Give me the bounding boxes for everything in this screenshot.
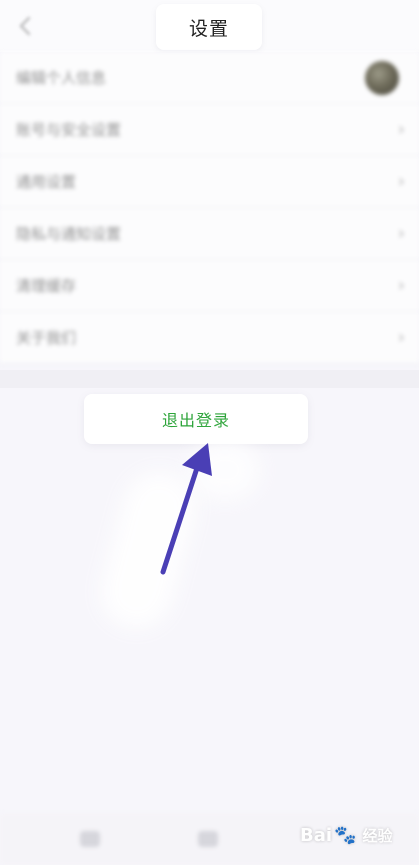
watermark-brand-left: Bai xyxy=(300,824,333,846)
watermark-brand-right: 经验 xyxy=(362,826,393,845)
watermark: Bai 🐾 经验 xyxy=(300,818,392,852)
annotation-arrow-icon xyxy=(160,443,212,575)
tab-icon[interactable] xyxy=(198,831,218,847)
paw-icon: 🐾 xyxy=(334,824,357,846)
tab-icon[interactable] xyxy=(80,831,100,847)
